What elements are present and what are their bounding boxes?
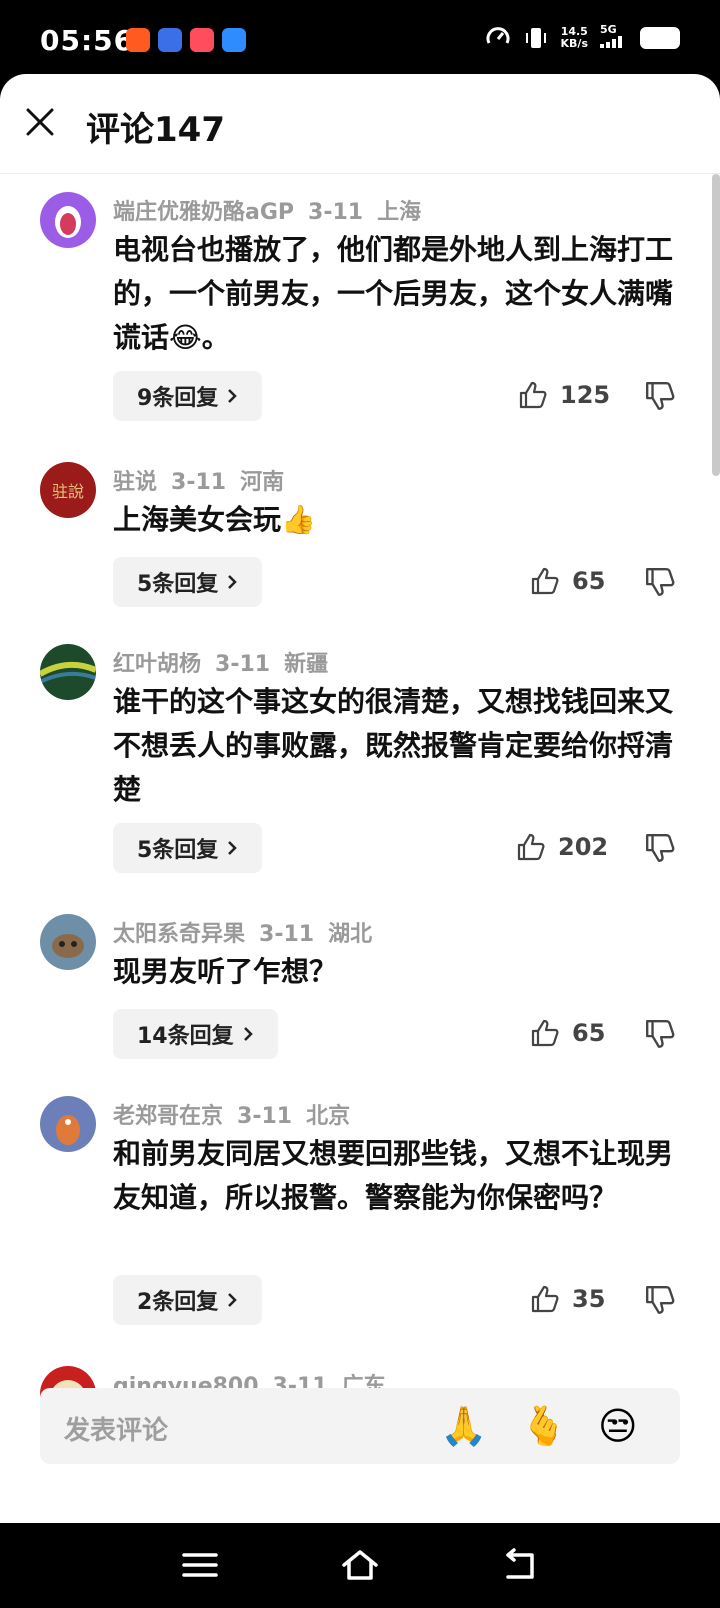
thumbs-down-icon[interactable] — [644, 832, 676, 864]
like-button[interactable]: 65 — [530, 1018, 605, 1048]
comment-meta: 老郑哥在京 3-11 北京 — [113, 1098, 364, 1130]
comment-location: 新疆 — [284, 652, 329, 677]
thumbs-down-icon[interactable] — [644, 380, 676, 412]
view-replies-button[interactable]: 14条回复 — [113, 1009, 278, 1059]
like-count: 125 — [560, 381, 611, 409]
chevron-right-icon — [243, 1027, 253, 1041]
username[interactable]: 驻说 — [113, 470, 157, 495]
comment-location: 上海 — [377, 200, 422, 225]
like-count: 35 — [572, 1285, 606, 1313]
comment-input[interactable]: 发表评论 🙏 🫰 😒 — [40, 1388, 680, 1464]
comment-text: 和前男友同居又想要回那些钱，又想不让现男友知道，所以报警。警察能为你保密吗？ — [113, 1137, 674, 1214]
status-indicators: 14.5 KB/s 5G — [485, 24, 680, 51]
thumbs-up-icon — [531, 567, 559, 595]
chevron-right-icon — [228, 1293, 238, 1307]
thumbs-up-icon — [517, 833, 545, 861]
comment-location: 河南 — [240, 470, 285, 495]
username[interactable]: 红叶胡杨 — [113, 652, 201, 677]
like-count: 65 — [572, 1019, 606, 1047]
praying-hands-emoji-button[interactable]: 🙏 — [440, 1404, 487, 1448]
like-button[interactable]: 202 — [516, 832, 608, 862]
thumbs-down-icon[interactable] — [644, 566, 676, 598]
comment-location: 北京 — [306, 1104, 351, 1129]
view-replies-button[interactable]: 5条回复 — [113, 823, 263, 873]
username[interactable]: 端庄优雅奶酪aGP — [113, 200, 294, 225]
comment-meta: 端庄优雅奶酪aGP 3-11 上海 — [113, 194, 435, 226]
network-speed: 14.5 KB/s — [560, 24, 588, 50]
comments-sheet: 评论147 端庄优雅奶酪aGP 3-11 上海 电视台也播放了，他们都是外地人到上海… — [0, 74, 720, 1523]
avatar-logo-text: 驻說 — [51, 482, 84, 501]
comment-date: 3-11 — [259, 922, 315, 947]
menu-icon[interactable] — [180, 1547, 220, 1583]
comment-text: 现男友听了乍想？ — [113, 955, 338, 988]
comment-date: 3-11 — [308, 200, 364, 225]
signal-icon — [600, 36, 622, 48]
thumbs-down-icon[interactable] — [644, 1018, 676, 1050]
comment-meta: 驻说 3-11 河南 — [113, 464, 298, 496]
thumbs-up-icon — [531, 1285, 559, 1313]
username[interactable]: 太阳系奇异果 — [113, 922, 245, 947]
like-count: 65 — [572, 567, 606, 595]
avatar[interactable]: 驻說 — [40, 462, 96, 518]
view-replies-button[interactable]: 9条回复 — [113, 371, 263, 421]
app-notification-icon — [126, 28, 150, 52]
username[interactable]: 老郑哥在京 — [113, 1104, 223, 1129]
finger-heart-emoji-button[interactable]: 🫰 — [520, 1404, 567, 1448]
chevron-right-icon — [228, 389, 238, 403]
notification-icons — [126, 28, 246, 52]
comments-title: 评论147 — [86, 110, 225, 150]
back-icon[interactable] — [500, 1547, 540, 1583]
battery-icon — [640, 26, 680, 49]
avatar[interactable] — [40, 192, 96, 248]
comment-meta: 太阳系奇异果 3-11 湖北 — [113, 916, 386, 948]
comment-meta: 红叶胡杨 3-11 新疆 — [113, 646, 342, 678]
comment-location: 湖北 — [328, 922, 373, 947]
avatar[interactable] — [40, 914, 96, 970]
view-replies-button[interactable]: 5条回复 — [113, 557, 263, 607]
thumbs-up-icon — [519, 381, 547, 409]
vibrate-icon — [525, 27, 546, 48]
like-button[interactable]: 35 — [530, 1284, 605, 1314]
avatar[interactable] — [40, 644, 96, 700]
like-button[interactable]: 125 — [518, 380, 610, 410]
sheet-header: 评论147 — [0, 74, 720, 174]
signal-indicator: 5G — [600, 24, 628, 51]
comment-text: 谁干的这个事这女的很清楚，又想找钱回来又不想丢人的事败露，既然报警肯定要给你捋清… — [113, 685, 674, 806]
system-nav-bar — [0, 1523, 720, 1608]
thumbs-up-icon — [531, 1019, 559, 1047]
app-notification-icon — [222, 28, 246, 52]
comment-date: 3-11 — [215, 652, 271, 677]
comment-list[interactable]: 端庄优雅奶酪aGP 3-11 上海 电视台也播放了，他们都是外地人到上海打工的，一个… — [0, 174, 720, 1484]
comment-input-placeholder: 发表评论 — [64, 1416, 169, 1446]
status-time: 05:56 — [40, 24, 135, 57]
thumbs-down-icon[interactable] — [644, 1284, 676, 1316]
status-bar: 05:56 14.5 KB/s 5G — [0, 0, 720, 78]
comment-text: 上海美女会玩👍 — [113, 503, 316, 536]
comment-date: 3-11 — [237, 1104, 293, 1129]
home-icon[interactable] — [340, 1547, 380, 1583]
app-notification-icon — [190, 28, 214, 52]
chevron-right-icon — [228, 841, 238, 855]
view-replies-button[interactable]: 2条回复 — [113, 1275, 263, 1325]
like-count: 202 — [558, 833, 609, 861]
speedometer-icon — [486, 26, 509, 44]
app-notification-icon — [158, 28, 182, 52]
like-button[interactable]: 65 — [530, 566, 605, 596]
smirk-emoji-button[interactable]: 😒 — [598, 1404, 638, 1448]
chevron-right-icon — [228, 575, 238, 589]
comment-date: 3-11 — [171, 470, 227, 495]
avatar[interactable] — [40, 1096, 96, 1152]
close-icon[interactable] — [24, 106, 56, 138]
comment-text: 电视台也播放了，他们都是外地人到上海打工的，一个前男友，一个后男友，这个女人满嘴… — [113, 233, 674, 354]
